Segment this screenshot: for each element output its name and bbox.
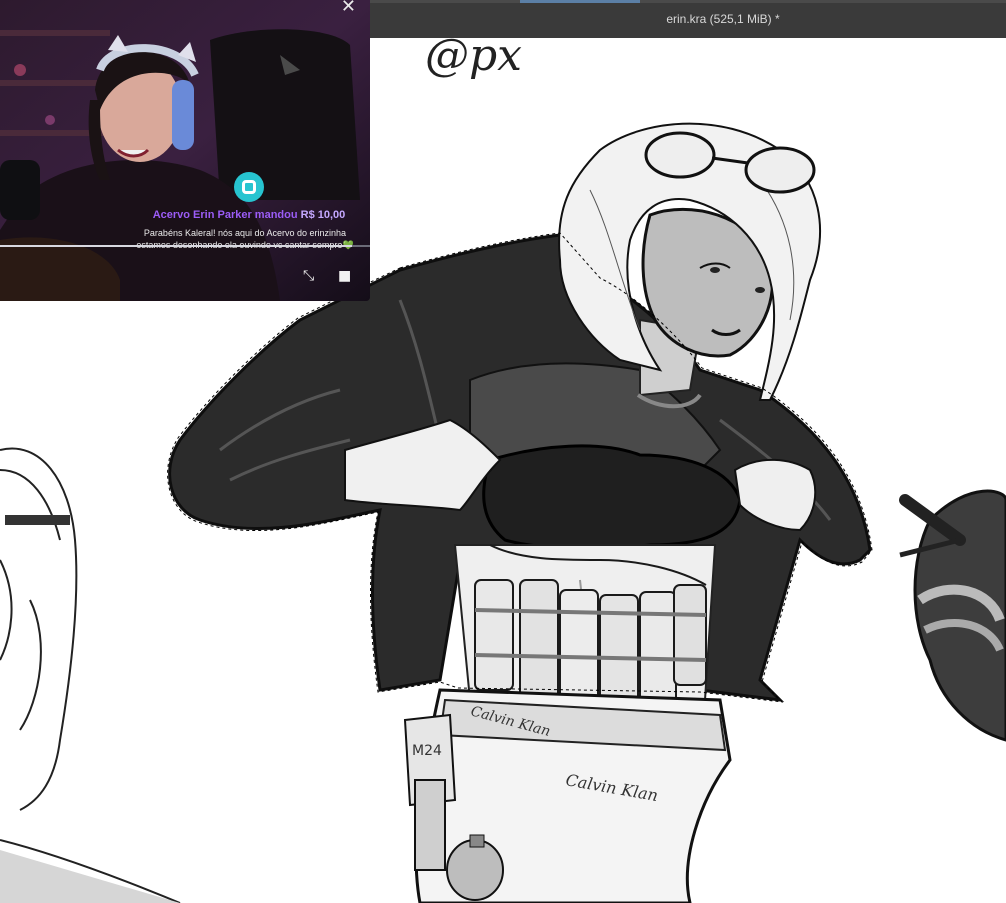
pip-toggle-icon[interactable]: ⤡ (303, 268, 314, 284)
svg-text:M24: M24 (412, 743, 442, 759)
donation-alert-title: Acervo Erin Parker mandou R$ 10,00 (0, 209, 370, 221)
livepix-icon (234, 172, 264, 202)
playback-progress-bar[interactable] (0, 245, 370, 247)
stream-overlay[interactable]: ✕ Acervo Erin Parker mandou R$ 10,00 Par… (0, 0, 370, 301)
sketch-handwriting: @px (425, 38, 522, 81)
left-character (0, 447, 181, 903)
webcam-scene (0, 0, 370, 301)
stop-icon[interactable]: ■ (338, 268, 351, 284)
alert-message-line1: Parabéns Kaleral! nós aqui do Acervo do … (143, 228, 347, 238)
playback-progress-fill (0, 245, 352, 247)
tab-strip (370, 0, 1006, 3)
alert-amount: R$ 10,00 (300, 209, 346, 221)
donation-alert-message: Parabéns Kaleral! nós aqui do Acervo do … (120, 227, 370, 251)
close-icon[interactable]: ✕ (341, 0, 356, 17)
alert-donor-text: Acervo Erin Parker mandou (152, 209, 301, 221)
right-character (899, 489, 1006, 742)
tab-active-indicator[interactable] (520, 0, 640, 3)
